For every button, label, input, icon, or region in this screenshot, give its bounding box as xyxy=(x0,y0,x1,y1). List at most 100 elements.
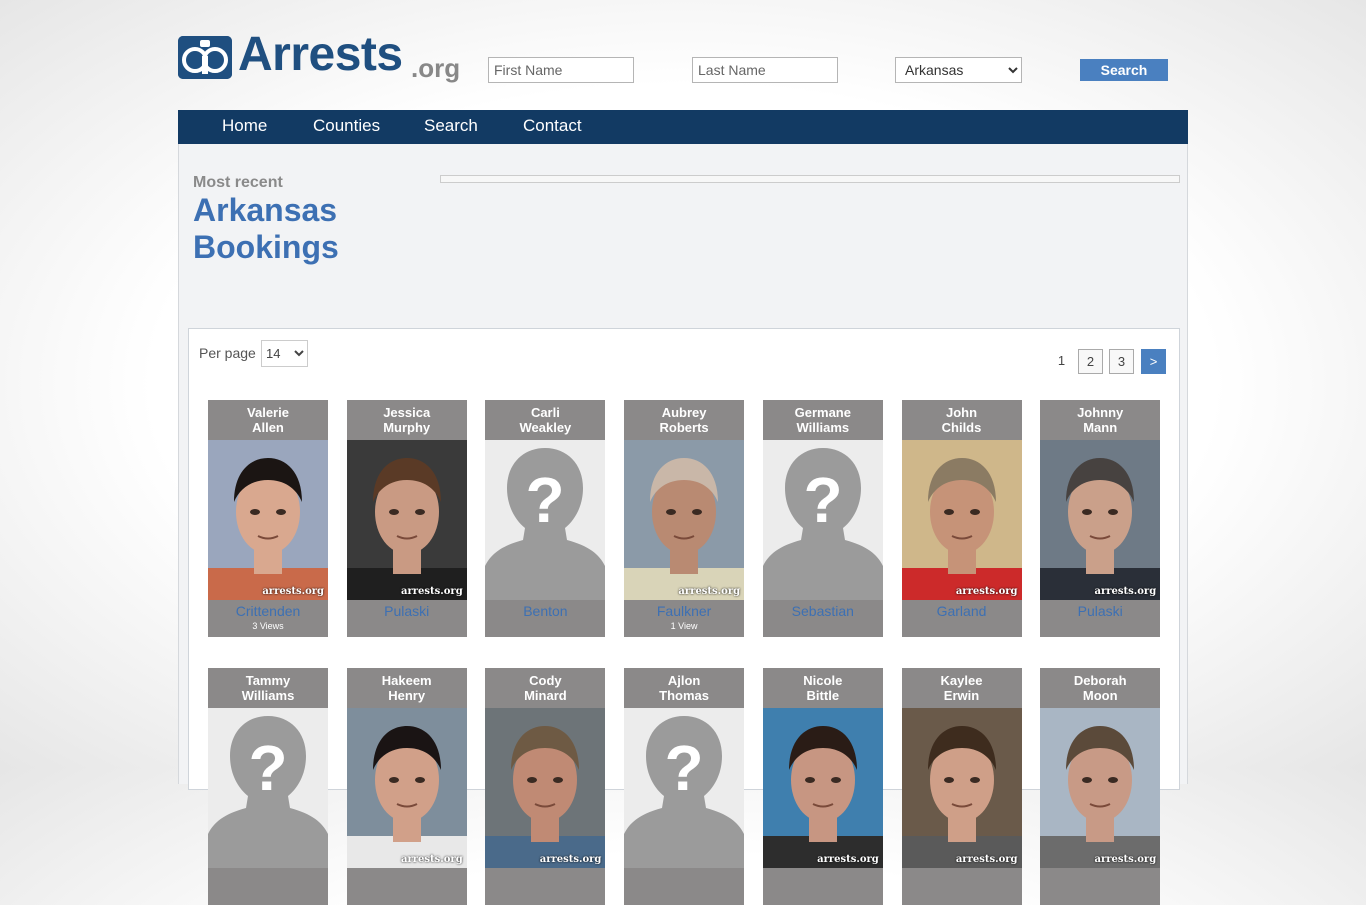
per-page-select[interactable]: 14 xyxy=(261,340,308,367)
county-link[interactable]: Sebastian xyxy=(763,602,883,620)
booking-name[interactable]: Deborah Moon xyxy=(1040,668,1160,708)
first-name: Ajlon xyxy=(667,673,701,688)
first-name: Kaylee xyxy=(940,673,983,688)
booking-card[interactable]: Cody Minard arrests.org xyxy=(485,668,606,905)
svg-text:?: ? xyxy=(526,464,565,536)
booking-name[interactable]: Kaylee Erwin xyxy=(902,668,1022,708)
watermark-text: arrests.org xyxy=(817,854,879,865)
booking-card[interactable]: Kaylee Erwin arrests.org xyxy=(901,668,1022,905)
county-link[interactable]: Pulaski xyxy=(1040,602,1160,620)
state-select[interactable]: Arkansas xyxy=(895,57,1022,83)
booking-card[interactable]: Tammy Williams? xyxy=(208,668,328,905)
last-name: Murphy xyxy=(383,420,431,435)
county-link[interactable]: Crittenden xyxy=(208,602,328,620)
booking-name[interactable]: Cody Minard xyxy=(485,668,605,708)
mugshot-photo[interactable]: arrests.org xyxy=(762,708,883,868)
search-button[interactable]: Search xyxy=(1080,59,1168,81)
county-link[interactable]: Pulaski xyxy=(347,602,467,620)
booking-card[interactable]: Valerie Allen arrests.org Crittenden 3 Views xyxy=(208,400,328,637)
booking-name[interactable]: John Childs xyxy=(902,400,1022,440)
booking-name[interactable]: Tammy Williams xyxy=(208,668,328,708)
booking-card[interactable]: Nicole Bittle arrests.org xyxy=(762,668,883,905)
silhouette-icon: ? xyxy=(624,716,745,868)
no-photo-placeholder-icon[interactable]: ? xyxy=(485,440,606,600)
silhouette-icon: ? xyxy=(485,448,606,600)
booking-name[interactable]: Germane Williams xyxy=(763,400,883,440)
booking-card[interactable]: Jessica Murphy arrests.org Pulaski xyxy=(346,400,467,637)
booking-name[interactable]: Nicole Bittle xyxy=(763,668,883,708)
last-name: Bittle xyxy=(806,688,840,703)
last-name: Childs xyxy=(941,420,982,435)
first-name: Aubrey xyxy=(661,405,707,420)
last-name: Roberts xyxy=(659,420,709,435)
mugshot-photo[interactable]: arrests.org xyxy=(485,708,606,868)
first-name-input[interactable] xyxy=(488,57,634,83)
svg-text:?: ? xyxy=(665,732,704,804)
booking-name[interactable]: Valerie Allen xyxy=(208,400,328,440)
silhouette-icon: ? xyxy=(762,448,883,600)
last-name-input[interactable] xyxy=(692,57,838,83)
booking-card[interactable]: Aubrey Roberts arrests.org Faulkner 1 View xyxy=(624,400,745,637)
county-link[interactable]: Faulkner xyxy=(624,602,744,620)
mugshot-figure xyxy=(346,726,467,868)
booking-card[interactable]: Ajlon Thomas? xyxy=(624,668,745,905)
page-2-link[interactable]: 2 xyxy=(1078,349,1103,374)
mugshot-photo[interactable]: arrests.org xyxy=(901,708,1022,868)
booking-name[interactable]: Jessica Murphy xyxy=(347,400,467,440)
first-name: Deborah xyxy=(1073,673,1127,688)
no-photo-placeholder-icon[interactable]: ? xyxy=(208,708,328,868)
mugshot-figure xyxy=(1040,726,1161,868)
handcuffs-logo-icon xyxy=(178,36,232,79)
no-photo-placeholder-icon[interactable]: ? xyxy=(762,440,883,600)
nav-counties[interactable]: Counties xyxy=(313,110,380,144)
next-page-button[interactable]: > xyxy=(1141,349,1166,374)
mugshot-figure xyxy=(346,458,467,600)
booking-name[interactable]: Hakeem Henry xyxy=(347,668,467,708)
page-3-link[interactable]: 3 xyxy=(1109,349,1134,374)
booking-card[interactable]: Johnny Mann arrests.org Pulaski xyxy=(1040,400,1161,637)
booking-name[interactable]: Ajlon Thomas xyxy=(624,668,744,708)
mugshot-photo[interactable]: arrests.org xyxy=(1040,708,1161,868)
silhouette-icon: ? xyxy=(208,716,328,868)
booking-card[interactable]: Hakeem Henry arrests.org xyxy=(346,668,467,905)
no-photo-placeholder-icon[interactable]: ? xyxy=(624,708,745,868)
booking-name[interactable]: Aubrey Roberts xyxy=(624,400,744,440)
county-link[interactable]: Benton xyxy=(485,602,605,620)
mugshot-photo[interactable]: arrests.org xyxy=(624,440,745,600)
first-name: Nicole xyxy=(803,673,843,688)
main-nav: Home Counties Search Contact xyxy=(178,110,1188,144)
nav-home[interactable]: Home xyxy=(222,110,267,144)
watermark-text: arrests.org xyxy=(539,854,602,865)
booking-name[interactable]: Carli Weakley xyxy=(485,400,605,440)
booking-card[interactable]: Deborah Moon arrests.org xyxy=(1040,668,1161,905)
nav-search[interactable]: Search xyxy=(424,110,478,144)
first-name: Germane xyxy=(794,405,851,420)
page-title-line1: Arkansas xyxy=(193,192,338,228)
booking-card[interactable]: Germane Williams? Sebastian xyxy=(762,400,883,637)
booking-card[interactable]: John Childs arrests.org Garland xyxy=(901,400,1022,637)
last-name: Erwin xyxy=(943,688,980,703)
first-name: Carli xyxy=(530,405,560,420)
mugshot-photo[interactable]: arrests.org xyxy=(346,708,467,868)
last-name: Thomas xyxy=(659,688,710,703)
mugshot-photo[interactable]: arrests.org xyxy=(346,440,467,600)
site-logo[interactable]: Arrests .org xyxy=(178,28,473,83)
last-name: Williams xyxy=(241,688,295,703)
mugshot-photo[interactable]: arrests.org xyxy=(901,440,1022,600)
first-name: Johnny xyxy=(1077,405,1124,420)
watermark-text: arrests.org xyxy=(955,854,1018,865)
nav-contact[interactable]: Contact xyxy=(523,110,582,144)
mugshot-figure xyxy=(901,458,1022,600)
watermark-text: arrests.org xyxy=(678,586,741,597)
booking-card[interactable]: Carli Weakley? Benton xyxy=(485,400,606,637)
booking-name[interactable]: Johnny Mann xyxy=(1040,400,1160,440)
county-link[interactable]: Garland xyxy=(902,602,1022,620)
last-name: Allen xyxy=(252,420,284,435)
mugshot-photo[interactable]: arrests.org xyxy=(1040,440,1161,600)
bookings-listing: Per page 14 1 2 3 > Valerie Allen arrests.… xyxy=(188,328,1180,905)
svg-text:?: ? xyxy=(248,732,287,804)
svg-text:?: ? xyxy=(803,464,842,536)
first-name: Hakeem xyxy=(381,673,432,688)
mugshot-photo[interactable]: arrests.org xyxy=(208,440,328,600)
first-name: Cody xyxy=(529,673,562,688)
